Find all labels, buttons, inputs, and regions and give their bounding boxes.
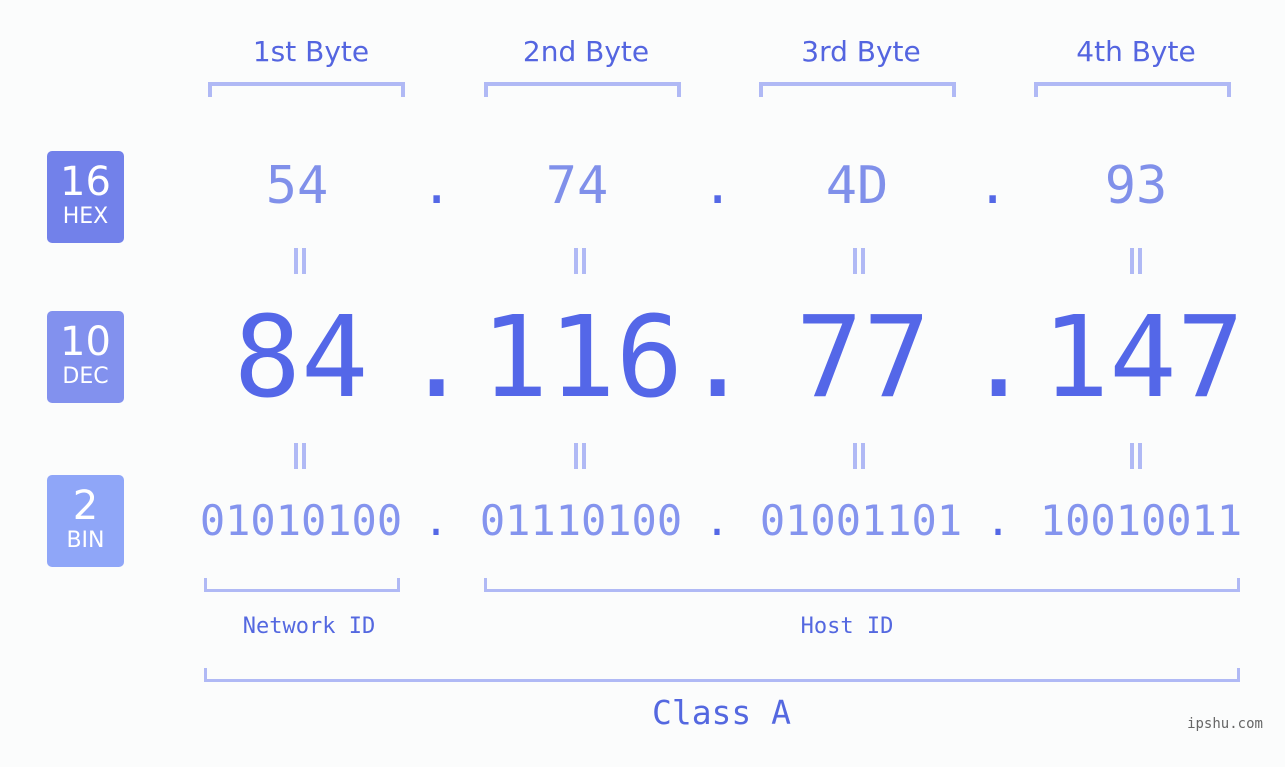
host-id-label: Host ID xyxy=(800,614,894,639)
bin-separator-3: . xyxy=(985,496,1011,545)
equals-icon xyxy=(844,248,874,274)
dec-base-label: DEC xyxy=(62,364,109,389)
equals-icon xyxy=(565,248,595,274)
equals-icon xyxy=(844,443,874,469)
equals-icon xyxy=(1121,443,1151,469)
dec-byte-4: 147 xyxy=(1041,293,1245,423)
hex-base-number: 16 xyxy=(60,159,111,205)
bin-base-label: BIN xyxy=(66,528,105,553)
bin-base-number: 2 xyxy=(72,483,99,529)
byte-title-3: 3rd Byte xyxy=(801,35,921,68)
class-label: Class A xyxy=(651,693,792,732)
hex-byte-2: 74 xyxy=(545,156,609,216)
network-id-label: Network ID xyxy=(242,614,376,639)
bin-byte-3: 01001101 xyxy=(759,496,963,545)
hex-badge: 16 HEX xyxy=(47,151,124,243)
byte-title-4: 4th Byte xyxy=(1076,35,1196,68)
byte-title-1: 1st Byte xyxy=(252,35,370,68)
byte-bracket-4 xyxy=(1034,82,1231,97)
dec-byte-1: 84 xyxy=(233,293,369,423)
watermark: ipshu.com xyxy=(1187,716,1263,732)
hex-byte-1: 54 xyxy=(265,156,329,216)
class-bracket xyxy=(204,668,1240,682)
dec-base-number: 10 xyxy=(60,319,111,365)
byte-title-2: 2nd Byte xyxy=(522,35,650,68)
equals-icon xyxy=(285,443,315,469)
network-id-bracket xyxy=(204,578,400,592)
hex-separator-2: . xyxy=(702,156,734,216)
dec-badge: 10 DEC xyxy=(47,311,124,403)
hex-separator-1: . xyxy=(421,156,453,216)
bin-separator-1: . xyxy=(423,496,449,545)
bin-byte-2: 01110100 xyxy=(479,496,683,545)
byte-bracket-2 xyxy=(484,82,681,97)
equals-icon xyxy=(285,248,315,274)
hex-separator-3: . xyxy=(977,156,1009,216)
hex-byte-4: 93 xyxy=(1104,156,1168,216)
bin-byte-1: 01010100 xyxy=(199,496,403,545)
byte-bracket-3 xyxy=(759,82,956,97)
bin-separator-2: . xyxy=(704,496,730,545)
bin-byte-4: 10010011 xyxy=(1039,496,1243,545)
dec-byte-3: 77 xyxy=(795,293,931,423)
bin-badge: 2 BIN xyxy=(47,475,124,567)
hex-byte-3: 4D xyxy=(825,156,889,216)
dec-byte-2: 116 xyxy=(480,293,684,423)
equals-icon xyxy=(565,443,595,469)
hex-base-label: HEX xyxy=(62,204,109,229)
equals-icon xyxy=(1121,248,1151,274)
host-id-bracket xyxy=(484,578,1240,592)
byte-bracket-1 xyxy=(208,82,405,97)
